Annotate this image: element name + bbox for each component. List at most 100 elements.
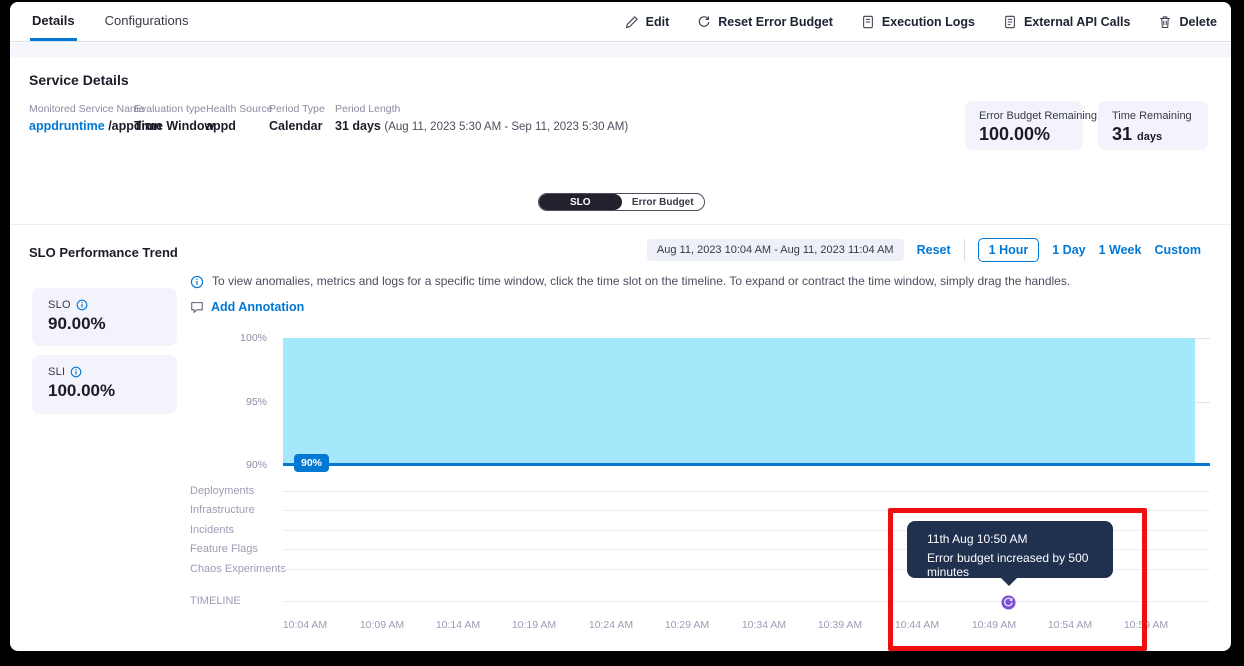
xtick[interactable]: 10:49 AM <box>972 619 1016 631</box>
monitored-service-link[interactable]: appdruntime <box>29 119 105 133</box>
row-label-timeline: TIMELINE <box>190 595 241 607</box>
xtick[interactable]: 10:14 AM <box>436 619 480 631</box>
info-icon[interactable] <box>76 299 88 311</box>
vertical-divider <box>964 239 965 261</box>
section-divider <box>10 224 1231 225</box>
reset-error-budget-button[interactable]: Reset Error Budget <box>697 15 833 29</box>
tooltip-title: 11th Aug 10:50 AM <box>927 532 1113 546</box>
reset-icon <box>697 15 711 29</box>
tab-details[interactable]: Details <box>30 2 77 41</box>
field-label: Health Source <box>206 103 273 115</box>
app-window: Details Configurations Edit Reset Error … <box>10 2 1231 651</box>
field-period-type: Period Type Calendar <box>269 103 325 133</box>
sli-card-value: 100.00% <box>48 381 161 401</box>
annotation-icon <box>190 300 204 314</box>
stat-unit: days <box>1137 131 1162 143</box>
external-api-calls-button[interactable]: External API Calls <box>1003 15 1131 29</box>
field-health-source: Health Source appd <box>206 103 273 133</box>
logs-icon <box>861 15 875 29</box>
period-length-range: (Aug 11, 2023 5:30 AM - Sep 11, 2023 5:3… <box>384 121 628 133</box>
field-label: Evaluation type <box>134 103 214 115</box>
tooltip-text: Error budget increased by 500 minutes <box>927 551 1113 579</box>
header-toolbar: Edit Reset Error Budget Execution Logs E… <box>625 2 1217 41</box>
sli-area-series[interactable] <box>283 338 1195 465</box>
reset-range-link[interactable]: Reset <box>917 243 951 257</box>
stat-label: Error Budget Remaining <box>979 110 1069 122</box>
timeline-info-banner: To view anomalies, metrics and logs for … <box>190 274 1070 289</box>
xtick[interactable]: 10:59 AM <box>1124 619 1168 631</box>
xtick[interactable]: 10:19 AM <box>512 619 556 631</box>
edit-label: Edit <box>646 15 670 29</box>
execution-logs-label: Execution Logs <box>882 15 975 29</box>
trash-icon <box>1158 15 1172 29</box>
slo-card-label: SLO <box>48 299 71 311</box>
error-budget-reset-marker-icon[interactable] <box>1001 595 1016 610</box>
toggle-error-budget[interactable]: Error Budget <box>622 194 705 210</box>
field-label: Period Length <box>335 103 628 115</box>
add-annotation-button[interactable]: Add Annotation <box>190 300 304 314</box>
field-value: Time Window <box>134 119 214 133</box>
stat-value: 100.00% <box>979 124 1069 145</box>
delete-label: Delete <box>1179 15 1217 29</box>
period-length-value: 31 days <box>335 119 381 133</box>
sli-card: SLI 100.00% <box>32 355 177 414</box>
period-custom[interactable]: Custom <box>1154 243 1201 257</box>
page-background-strip <box>10 43 1231 57</box>
time-remaining-card: Time Remaining 31 days <box>1098 101 1208 150</box>
xtick[interactable]: 10:09 AM <box>360 619 404 631</box>
period-1-hour[interactable]: 1 Hour <box>978 238 1040 262</box>
field-evaluation-type: Evaluation type Time Window <box>134 103 214 133</box>
date-range-pill[interactable]: Aug 11, 2023 10:04 AM - Aug 11, 2023 11:… <box>647 239 904 261</box>
row-line <box>283 601 1210 602</box>
xtick[interactable]: 10:39 AM <box>818 619 862 631</box>
period-1-week[interactable]: 1 Week <box>1099 243 1142 257</box>
xtick[interactable]: 10:54 AM <box>1048 619 1092 631</box>
edit-button[interactable]: Edit <box>625 15 670 29</box>
toggle-slo[interactable]: SLO <box>539 194 622 210</box>
period-1-day[interactable]: 1 Day <box>1052 243 1085 257</box>
row-label-feature-flags: Feature Flags <box>190 543 258 555</box>
row-line <box>283 510 1210 511</box>
tab-configurations[interactable]: Configurations <box>103 2 191 41</box>
slo-target-badge: 90% <box>294 454 329 472</box>
field-value: Calendar <box>269 119 325 133</box>
execution-logs-button[interactable]: Execution Logs <box>861 15 975 29</box>
slo-card: SLO 90.00% <box>32 288 177 346</box>
field-label: Period Type <box>269 103 325 115</box>
xtick[interactable]: 10:34 AM <box>742 619 786 631</box>
service-details-title: Service Details <box>29 72 129 88</box>
row-label-deployments: Deployments <box>190 485 254 497</box>
row-label-chaos-experiments: Chaos Experiments <box>190 563 286 575</box>
slo-card-value: 90.00% <box>48 314 161 334</box>
xtick[interactable]: 10:44 AM <box>895 619 939 631</box>
info-icon[interactable] <box>70 366 82 378</box>
xtick[interactable]: 10:04 AM <box>283 619 327 631</box>
api-calls-icon <box>1003 15 1017 29</box>
reset-marker-icon <box>1001 595 1016 610</box>
row-label-incidents: Incidents <box>190 524 234 536</box>
tab-bar: Details Configurations Edit Reset Error … <box>10 2 1231 42</box>
stat-value: 31 <box>1112 124 1132 144</box>
sli-card-label: SLI <box>48 366 65 378</box>
field-value: appd <box>206 119 273 133</box>
slo-performance-trend-title: SLO Performance Trend <box>29 245 178 260</box>
xtick[interactable]: 10:24 AM <box>589 619 633 631</box>
delete-button[interactable]: Delete <box>1158 15 1217 29</box>
field-period-length: Period Length 31 days (Aug 11, 2023 5:30… <box>335 103 628 133</box>
row-line <box>283 491 1210 492</box>
ytick-100: 100% <box>225 332 267 344</box>
slo-target-line <box>283 463 1210 466</box>
ytick-95: 95% <box>225 396 267 408</box>
row-label-infrastructure: Infrastructure <box>190 504 255 516</box>
tabs: Details Configurations <box>30 2 190 41</box>
pencil-icon <box>625 15 639 29</box>
error-budget-remaining-card: Error Budget Remaining 100.00% <box>965 101 1083 150</box>
stat-label: Time Remaining <box>1112 110 1194 122</box>
time-range-controls: Aug 11, 2023 10:04 AM - Aug 11, 2023 11:… <box>647 238 1201 262</box>
info-icon <box>190 275 204 289</box>
external-api-calls-label: External API Calls <box>1024 15 1131 29</box>
xtick[interactable]: 10:29 AM <box>665 619 709 631</box>
annotation-tooltip: 11th Aug 10:50 AM Error budget increased… <box>907 521 1113 578</box>
ytick-90: 90% <box>225 459 267 471</box>
info-text: To view anomalies, metrics and logs for … <box>212 274 1070 288</box>
